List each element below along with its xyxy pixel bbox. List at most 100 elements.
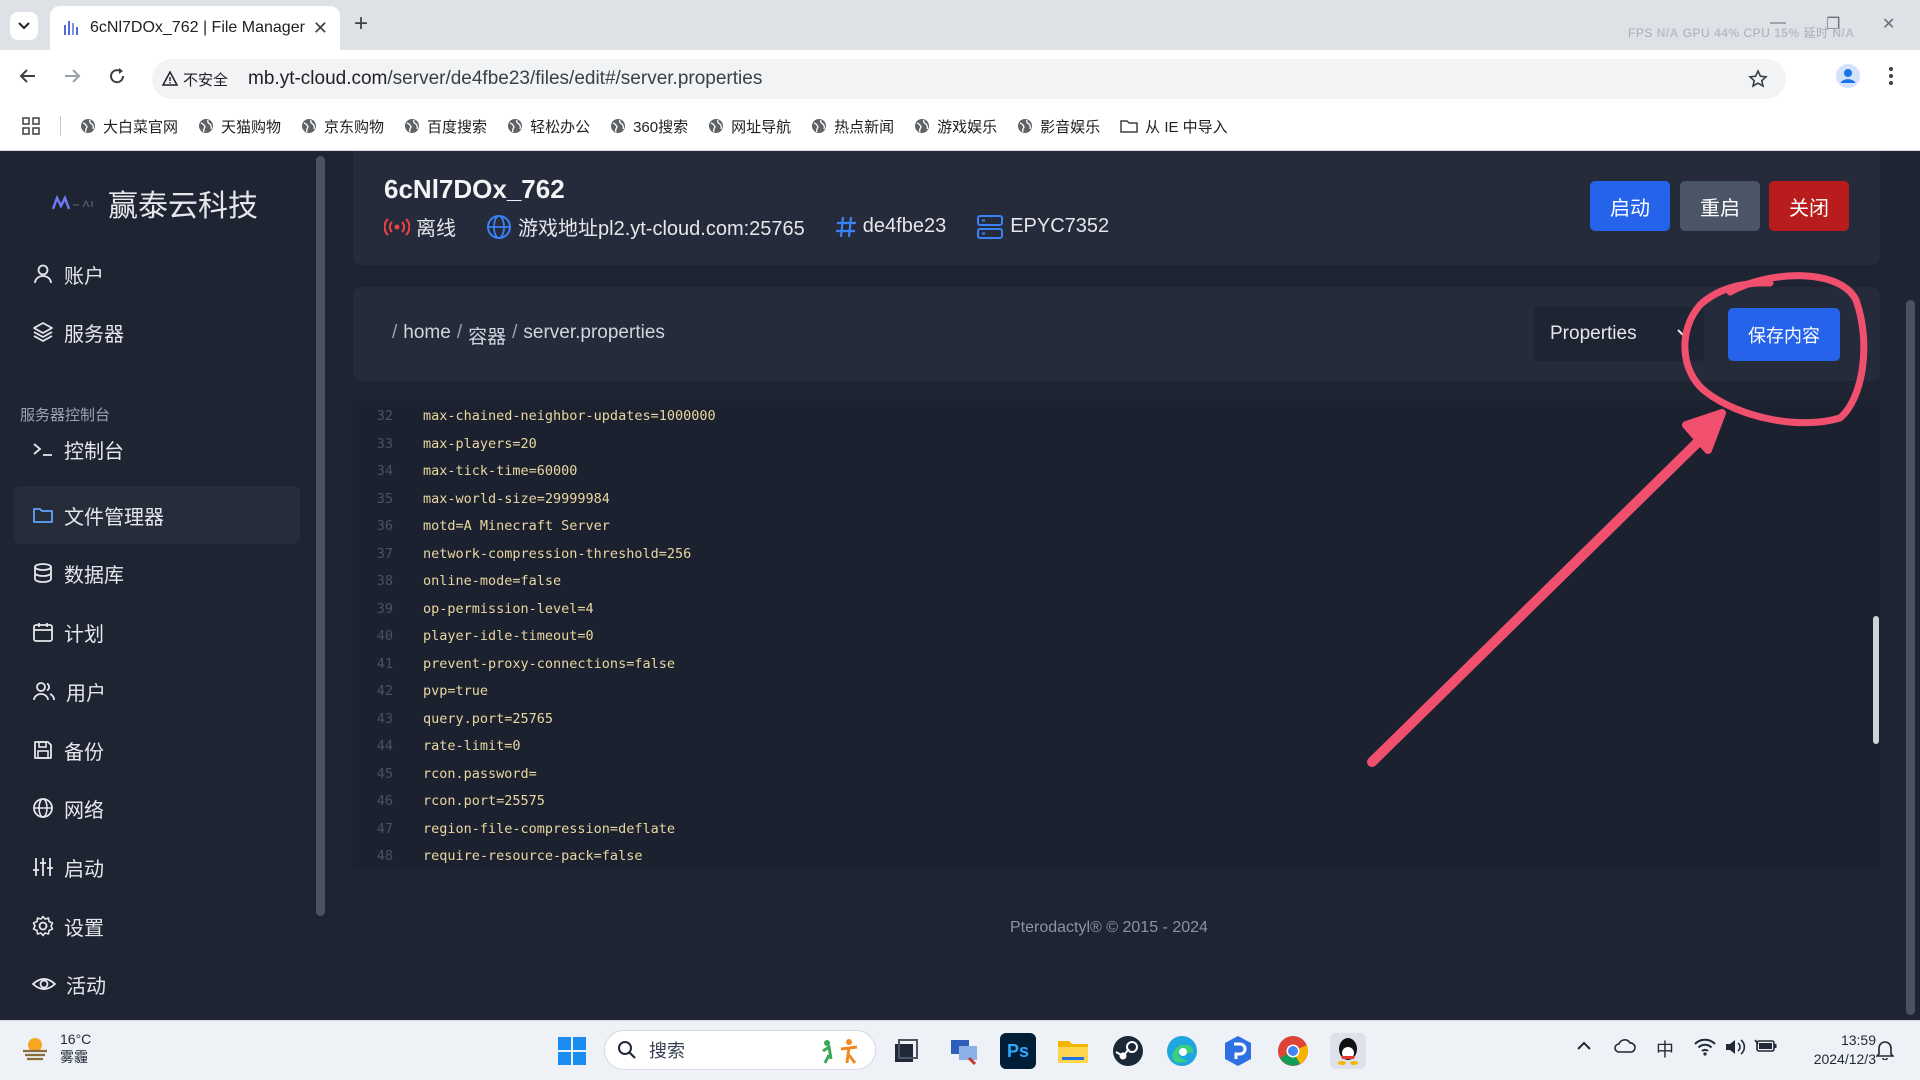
- code-line[interactable]: 46 rcon.port=25575: [353, 787, 545, 814]
- steam-icon[interactable]: [1110, 1033, 1146, 1069]
- bookmark-item[interactable]: 360搜索: [610, 116, 688, 137]
- forward-icon[interactable]: [62, 66, 82, 86]
- code-line[interactable]: 41 prevent-proxy-connections=false: [353, 650, 675, 677]
- tray-overflow-icon[interactable]: [1576, 1038, 1592, 1054]
- window-close-icon[interactable]: ✕: [1882, 14, 1895, 34]
- code-line[interactable]: 32 max-chained-neighbor-updates=1000000: [353, 402, 716, 429]
- sidebar-item-startup[interactable]: 启动: [14, 838, 300, 896]
- code-line[interactable]: 45 rcon.password=: [353, 760, 537, 787]
- brand-logo[interactable]: 赢泰云科技: [52, 181, 258, 225]
- tab-search-button[interactable]: [10, 12, 38, 40]
- sidebar-item-databases[interactable]: 数据库: [14, 544, 300, 602]
- back-icon[interactable]: [18, 66, 38, 86]
- code-line[interactable]: 34 max-tick-time=60000: [353, 457, 578, 484]
- page-scrollbar[interactable]: [1906, 300, 1915, 1015]
- battery-icon[interactable]: [1754, 1038, 1778, 1054]
- window-minimize-icon[interactable]: —: [1770, 14, 1786, 32]
- bookmark-star-icon[interactable]: [1748, 69, 1768, 89]
- bookmark-item[interactable]: 天猫购物: [198, 116, 281, 137]
- chevron-down-icon: [1677, 329, 1689, 337]
- wifi-icon[interactable]: [1694, 1038, 1716, 1056]
- file-explorer-icon[interactable]: [1055, 1033, 1091, 1069]
- browser-tab-active[interactable]: 6cNl7DOx_762 | File Manager ✕: [50, 6, 340, 50]
- sidebar-item-activity[interactable]: 活动: [14, 955, 300, 1013]
- bookmark-item[interactable]: 百度搜索: [404, 116, 487, 137]
- code-line[interactable]: 36 motd=A Minecraft Server: [353, 512, 610, 539]
- breadcrumb-home[interactable]: home: [403, 322, 451, 349]
- sidebar-item-servers[interactable]: 服务器: [14, 303, 300, 361]
- insecure-badge[interactable]: 不安全: [162, 69, 238, 90]
- sidebar-item-account[interactable]: 账户: [14, 245, 300, 303]
- volume-icon[interactable]: [1724, 1038, 1746, 1056]
- stop-button[interactable]: 关闭: [1769, 181, 1849, 231]
- site-favicon-icon: [64, 21, 78, 35]
- browser-menu-icon[interactable]: [1888, 66, 1894, 86]
- sidebar-item-console[interactable]: 控制台: [14, 420, 300, 478]
- bookmark-folder[interactable]: 从 IE 中导入: [1120, 116, 1228, 137]
- code-line[interactable]: 47 region-file-compression=deflate: [353, 815, 675, 842]
- save-disk-icon: [34, 741, 52, 759]
- code-line[interactable]: 42 pvp=true: [353, 677, 488, 704]
- chrome-icon[interactable]: [1275, 1033, 1311, 1069]
- sidebar-scrollbar[interactable]: [316, 156, 325, 916]
- sidebar-item-settings[interactable]: 设置: [14, 897, 300, 955]
- qq-icon[interactable]: [1330, 1033, 1366, 1069]
- bookmark-item[interactable]: 京东购物: [301, 116, 384, 137]
- bookmark-item[interactable]: 网址导航: [708, 116, 791, 137]
- window-restore-icon[interactable]: ❐: [1826, 14, 1840, 34]
- edge-browser-icon[interactable]: [1164, 1033, 1200, 1069]
- code-line[interactable]: 38 online-mode=false: [353, 567, 561, 594]
- pikpak-app-icon[interactable]: [1220, 1033, 1256, 1069]
- apps-grid-icon[interactable]: [22, 117, 40, 135]
- bookmark-item[interactable]: 影音娱乐: [1017, 116, 1100, 137]
- restart-button[interactable]: 重启: [1680, 181, 1760, 231]
- start-menu-icon[interactable]: [554, 1033, 590, 1069]
- bookmark-item[interactable]: 游戏娱乐: [914, 116, 997, 137]
- code-line[interactable]: 40 player-idle-timeout=0: [353, 622, 594, 649]
- code-line[interactable]: 37 network-compression-threshold=256: [353, 540, 691, 567]
- sidebar-item-schedules[interactable]: 计划: [14, 603, 300, 661]
- task-view-icon[interactable]: [888, 1033, 924, 1069]
- taskbar-search[interactable]: 搜索: [604, 1030, 876, 1070]
- code-line[interactable]: 43 query.port=25765: [353, 705, 553, 732]
- sidebar-item-file-manager[interactable]: 文件管理器: [14, 486, 300, 544]
- sidebar-item-backups[interactable]: 备份: [14, 721, 300, 779]
- user-icon: [34, 264, 52, 284]
- users-icon: [33, 682, 55, 701]
- profile-avatar-icon[interactable]: [1836, 64, 1860, 88]
- server-node: EPYC7352: [976, 214, 1109, 240]
- bookmark-item[interactable]: 轻松办公: [507, 116, 590, 137]
- sidebar-item-network[interactable]: 网络: [14, 779, 300, 837]
- globe-icon: [811, 118, 827, 134]
- code-line[interactable]: 33 max-players=20: [353, 430, 537, 457]
- breadcrumb-container[interactable]: 容器: [468, 322, 506, 349]
- breadcrumb: / home / 容器 / server.properties: [392, 322, 665, 349]
- start-button[interactable]: 启动: [1590, 181, 1670, 231]
- editor-scrollbar[interactable]: [1873, 616, 1879, 744]
- bookmark-item[interactable]: 大白菜官网: [80, 116, 178, 137]
- bookmark-item[interactable]: 热点新闻: [811, 116, 894, 137]
- ime-indicator[interactable]: 中: [1656, 1036, 1674, 1062]
- weather-widget[interactable]: 16°C 雾霾: [20, 1030, 91, 1066]
- new-tab-button[interactable]: +: [354, 12, 368, 36]
- photoshop-icon[interactable]: Ps: [1000, 1033, 1036, 1069]
- reload-icon[interactable]: [107, 66, 127, 86]
- tab-close-icon[interactable]: ✕: [313, 18, 328, 39]
- layers-icon: [33, 322, 53, 342]
- code-line[interactable]: 35 max-world-size=29999984: [353, 485, 610, 512]
- search-icon: [618, 1041, 636, 1059]
- code-line[interactable]: 39 op-permission-level=4: [353, 595, 594, 622]
- save-content-button[interactable]: 保存内容: [1728, 308, 1840, 361]
- sidebar-item-users[interactable]: 用户: [14, 662, 300, 720]
- language-select[interactable]: Properties: [1534, 307, 1704, 361]
- taskbar-clock[interactable]: 13:59 2024/12/3: [1796, 1031, 1876, 1069]
- code-line[interactable]: 48 require-resource-pack=false: [353, 842, 643, 869]
- notification-bell-icon[interactable]: [1876, 1040, 1894, 1060]
- address-bar[interactable]: 不安全 mb.yt-cloud.com/server/de4fbe23/file…: [152, 59, 1786, 99]
- network-app-icon[interactable]: [946, 1033, 982, 1069]
- url-text: mb.yt-cloud.com/server/de4fbe23/files/ed…: [248, 68, 763, 89]
- code-line[interactable]: 44 rate-limit=0: [353, 732, 521, 759]
- calendar-icon: [33, 623, 53, 642]
- globe-icon: [1017, 118, 1033, 134]
- onedrive-icon[interactable]: [1614, 1038, 1636, 1054]
